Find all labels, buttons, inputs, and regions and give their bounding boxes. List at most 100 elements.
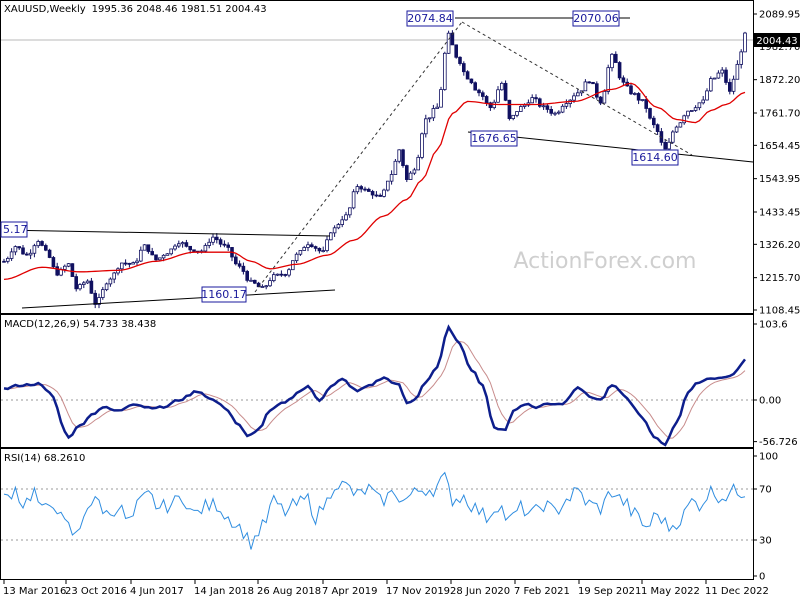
candle-body (606, 67, 610, 92)
x-tick-label: 7 Apr 2019 (322, 586, 377, 597)
price-tick-label: 1326.20 (759, 240, 800, 251)
x-axis: 13 Mar 201623 Oct 2016 4 Jun 2017 14 Jan 2… (3, 580, 769, 597)
candle-body (640, 99, 645, 101)
macd-label: MACD(12,26,9) 54.733 38.438 (4, 319, 156, 330)
candle-body (686, 110, 690, 117)
price-tick-label: 1433.45 (759, 207, 800, 218)
candle-body (344, 214, 348, 221)
candle-body (374, 194, 379, 197)
candle-body (214, 236, 219, 241)
candle-body (610, 53, 614, 69)
label-2074-text: 2074.84 (407, 12, 453, 25)
candle-body (602, 91, 607, 104)
candle-body (595, 83, 599, 98)
candle-body (408, 172, 413, 180)
x-tick-label: 26 Aug 2018 (257, 586, 321, 597)
candle-body (207, 241, 212, 246)
candle-body (541, 105, 546, 108)
rsi-label: RSI(14) 68.2610 (4, 453, 85, 464)
macd-tick-label: -56.726 (759, 437, 798, 448)
candle-body (135, 260, 139, 264)
macd-axis: 103.6 0.00 -56.726 (753, 320, 798, 448)
candle-body (233, 256, 238, 265)
candle-body (283, 274, 287, 276)
label-1676: 1676.65 (470, 130, 518, 147)
candle-body (120, 262, 124, 270)
candle-body (503, 82, 508, 101)
candle-body (363, 188, 367, 191)
candle-body (469, 78, 474, 84)
candle-body (389, 174, 394, 182)
rsi-tick-label: 70 (759, 485, 772, 496)
price-axis: 2089.951982.701872.201761.701654.451543.… (753, 10, 800, 317)
candle-body (614, 53, 618, 63)
candle-body (146, 244, 151, 252)
candle-body (161, 254, 166, 259)
candle-body (169, 248, 174, 255)
candle-body (682, 115, 686, 124)
price-tick-label: 2089.95 (759, 10, 800, 21)
candle-body (507, 99, 512, 119)
price-tick-label: 1215.70 (759, 273, 800, 284)
candle-body (237, 263, 242, 267)
candle-body (473, 82, 477, 91)
candle-body (397, 149, 401, 162)
label-1614: 1614.60 (631, 149, 679, 166)
candle-body (78, 284, 82, 290)
candle-body (393, 160, 398, 175)
candle-body (112, 272, 117, 280)
candle-body (180, 242, 185, 245)
label-1614-text: 1614.60 (632, 151, 678, 164)
candle-body (644, 99, 648, 109)
candle-body (28, 252, 33, 256)
x-tick-label: 28 Jun 2020 (450, 586, 510, 597)
candle-body (203, 245, 208, 252)
candle-body (617, 62, 622, 79)
candle-body (241, 265, 246, 272)
candle-body (89, 280, 94, 294)
x-tick-label: 17 Nov 2019 (386, 586, 450, 597)
candle-body (731, 78, 736, 92)
candle-body (724, 69, 728, 83)
candle-body (2, 260, 6, 263)
candle-body (522, 104, 527, 107)
macd-tick-label: 0.00 (759, 396, 781, 407)
candle-body (260, 286, 265, 288)
label-2070-text: 2070.06 (573, 12, 619, 25)
candle-body (728, 82, 732, 92)
candle-body (629, 85, 633, 95)
candle-body (701, 99, 705, 104)
candle-body (74, 276, 79, 290)
candle-body (496, 89, 500, 103)
candle-body (222, 243, 227, 246)
rsi-tick-label: 100 (759, 452, 778, 463)
candle-body (477, 89, 481, 94)
candle-body (378, 194, 382, 197)
x-tick-label: 7 Feb 2021 (514, 586, 570, 597)
candle-body (359, 186, 363, 190)
candle-body (63, 265, 67, 270)
candle-body (226, 244, 231, 248)
candle-body (165, 253, 170, 256)
candle-body (655, 124, 660, 132)
candle-body (519, 106, 523, 112)
candle-body (40, 241, 44, 246)
candle-body (667, 141, 671, 150)
candle-body (17, 246, 21, 249)
candle-body (671, 131, 675, 143)
candle-body (412, 169, 417, 174)
candle-body (192, 249, 196, 252)
price-tick-label: 1654.45 (759, 141, 800, 152)
candle-body (416, 156, 420, 171)
candle-body (435, 106, 439, 109)
candle-body (157, 257, 162, 261)
candle-body (560, 105, 565, 113)
last-price-tag: 2004.43 (754, 33, 800, 47)
candle-body (317, 247, 322, 252)
candle-body (743, 32, 747, 53)
rsi-tick-label: 0 (759, 572, 765, 583)
candle-body (442, 52, 447, 90)
candle-body (306, 244, 310, 248)
candle-body (173, 245, 177, 250)
candle-body (309, 244, 314, 247)
